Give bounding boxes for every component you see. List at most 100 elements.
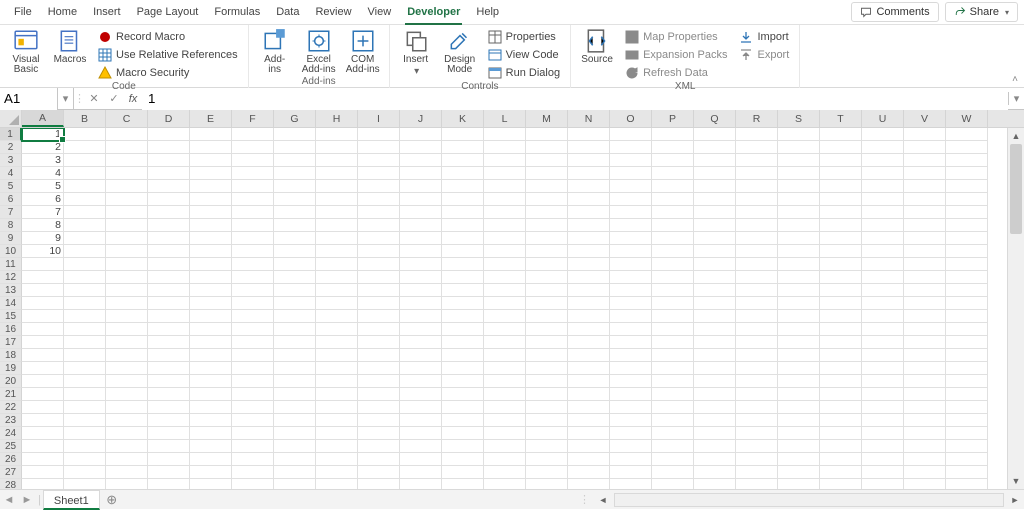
cell[interactable] <box>736 310 778 323</box>
cell[interactable] <box>148 128 190 141</box>
cell[interactable] <box>442 284 484 297</box>
cell[interactable] <box>64 349 106 362</box>
cell[interactable] <box>652 284 694 297</box>
cell[interactable] <box>148 206 190 219</box>
cell[interactable] <box>736 453 778 466</box>
cell[interactable] <box>316 128 358 141</box>
cell[interactable] <box>610 453 652 466</box>
cell[interactable] <box>946 167 988 180</box>
cell[interactable] <box>610 388 652 401</box>
horizontal-scrollbar[interactable] <box>614 493 1004 507</box>
cell[interactable] <box>904 362 946 375</box>
cell[interactable] <box>736 479 778 489</box>
cell[interactable] <box>526 401 568 414</box>
cell[interactable] <box>820 362 862 375</box>
cell[interactable] <box>946 284 988 297</box>
cell[interactable] <box>736 258 778 271</box>
cell[interactable] <box>862 375 904 388</box>
cell[interactable] <box>190 180 232 193</box>
cell[interactable] <box>904 427 946 440</box>
cell[interactable] <box>610 232 652 245</box>
properties-button[interactable]: Properties <box>484 29 564 45</box>
cell[interactable] <box>484 479 526 489</box>
record-macro-button[interactable]: Record Macro <box>94 29 242 45</box>
cell[interactable] <box>442 232 484 245</box>
cell[interactable] <box>568 466 610 479</box>
cell[interactable] <box>568 128 610 141</box>
cell[interactable] <box>442 206 484 219</box>
tab-home[interactable]: Home <box>40 0 85 25</box>
cell[interactable] <box>652 375 694 388</box>
cell[interactable] <box>610 128 652 141</box>
cell[interactable] <box>22 414 64 427</box>
cell[interactable] <box>484 206 526 219</box>
cell[interactable] <box>778 336 820 349</box>
cell[interactable] <box>778 128 820 141</box>
cell[interactable] <box>190 271 232 284</box>
cell[interactable] <box>694 206 736 219</box>
row-header[interactable]: 26 <box>0 453 22 466</box>
cell[interactable] <box>862 193 904 206</box>
cell[interactable] <box>400 128 442 141</box>
cell[interactable] <box>862 271 904 284</box>
cell[interactable] <box>400 401 442 414</box>
cell[interactable] <box>946 336 988 349</box>
cell[interactable] <box>106 154 148 167</box>
cell[interactable] <box>820 349 862 362</box>
cell[interactable] <box>610 167 652 180</box>
cell[interactable] <box>148 310 190 323</box>
cell[interactable] <box>274 336 316 349</box>
cell[interactable] <box>820 206 862 219</box>
cell[interactable] <box>820 193 862 206</box>
cell[interactable] <box>358 284 400 297</box>
cell[interactable] <box>568 388 610 401</box>
design-mode-button[interactable]: Design Mode <box>440 27 480 75</box>
cell[interactable] <box>232 128 274 141</box>
cell[interactable] <box>358 245 400 258</box>
cell[interactable] <box>526 258 568 271</box>
cell[interactable] <box>358 401 400 414</box>
cell[interactable] <box>946 427 988 440</box>
cell[interactable] <box>232 245 274 258</box>
column-header[interactable]: B <box>64 110 106 127</box>
cell[interactable] <box>358 479 400 489</box>
row-header[interactable]: 25 <box>0 440 22 453</box>
cell[interactable] <box>778 427 820 440</box>
row-header[interactable]: 13 <box>0 284 22 297</box>
cell[interactable] <box>64 297 106 310</box>
cell[interactable] <box>274 440 316 453</box>
cell[interactable] <box>400 362 442 375</box>
column-header[interactable]: G <box>274 110 316 127</box>
cell[interactable]: 8 <box>22 219 64 232</box>
cell[interactable] <box>904 193 946 206</box>
tab-help[interactable]: Help <box>468 0 507 25</box>
cell[interactable] <box>400 154 442 167</box>
cell[interactable] <box>694 128 736 141</box>
cell[interactable] <box>736 167 778 180</box>
cell[interactable] <box>694 271 736 284</box>
cell[interactable] <box>400 479 442 489</box>
cell[interactable] <box>64 232 106 245</box>
cell[interactable] <box>106 362 148 375</box>
cell[interactable] <box>820 336 862 349</box>
cell[interactable] <box>568 375 610 388</box>
cell[interactable] <box>568 167 610 180</box>
cell[interactable] <box>610 466 652 479</box>
scroll-thumb[interactable] <box>1010 144 1022 234</box>
run-dialog-button[interactable]: Run Dialog <box>484 65 564 81</box>
cell[interactable] <box>526 310 568 323</box>
cell[interactable] <box>820 466 862 479</box>
cell[interactable] <box>610 271 652 284</box>
cell[interactable] <box>568 154 610 167</box>
cell[interactable] <box>568 206 610 219</box>
cell[interactable] <box>652 440 694 453</box>
cell[interactable] <box>862 323 904 336</box>
row-header[interactable]: 17 <box>0 336 22 349</box>
cell[interactable] <box>400 180 442 193</box>
cell[interactable] <box>610 141 652 154</box>
cell[interactable] <box>190 453 232 466</box>
cell[interactable] <box>946 466 988 479</box>
sheet-tab[interactable]: Sheet1 <box>43 490 100 510</box>
cell[interactable] <box>526 128 568 141</box>
cell[interactable] <box>148 193 190 206</box>
